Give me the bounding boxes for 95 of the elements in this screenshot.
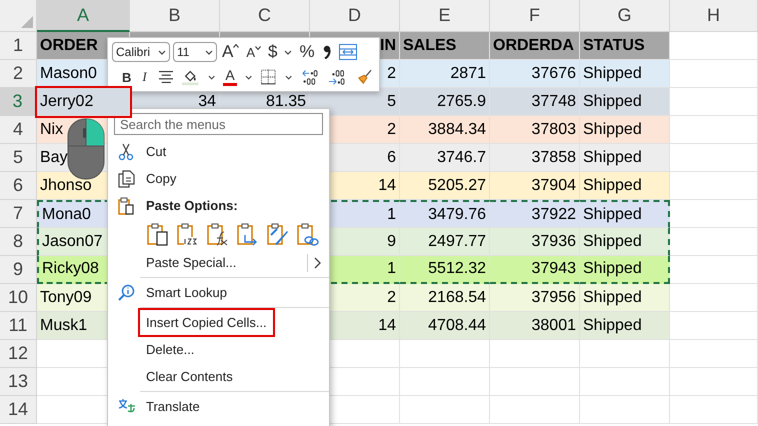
- header-cell: STATUS: [580, 32, 670, 60]
- column-header[interactable]: F: [490, 0, 580, 32]
- paste-formulas-icon[interactable]: [207, 222, 229, 246]
- table-cell: Jerry02: [37, 88, 130, 116]
- clipboard-icon: [118, 196, 136, 214]
- column-header[interactable]: E: [400, 0, 490, 32]
- header-cell: ORDERDA: [490, 32, 580, 60]
- row-header[interactable]: 4: [0, 116, 37, 144]
- caret-up-icon: [233, 44, 240, 48]
- row-header[interactable]: 2: [0, 60, 37, 88]
- column-header[interactable]: B: [130, 0, 220, 32]
- paint-bucket-icon[interactable]: [182, 68, 199, 86]
- column-header[interactable]: G: [580, 0, 670, 32]
- row-header[interactable]: 12: [0, 340, 37, 368]
- column-header[interactable]: H: [670, 0, 758, 32]
- font-color-button[interactable]: A: [221, 66, 239, 88]
- chevron-icon[interactable]: [208, 74, 215, 80]
- table-cell: 3479.76: [400, 200, 490, 228]
- table-cell: 38001: [490, 312, 580, 340]
- chevron-icon[interactable]: [284, 50, 292, 54]
- increase-decimal-icon[interactable]: [328, 69, 347, 85]
- column-header[interactable]: D: [310, 0, 400, 32]
- chevron-icon: [205, 50, 213, 54]
- caret-down-icon: [255, 46, 262, 50]
- table-cell: 2497.77: [400, 228, 490, 256]
- paste-values-icon[interactable]: [177, 222, 199, 246]
- row-header[interactable]: 13: [0, 368, 37, 396]
- header-cell: SALES: [400, 32, 490, 60]
- copy-icon: [118, 170, 136, 188]
- currency-button[interactable]: $: [266, 41, 280, 63]
- table-cell: 37943: [490, 256, 580, 284]
- row-header[interactable]: 5: [0, 144, 37, 172]
- table-cell: Shipped: [580, 312, 670, 340]
- font-size-dropdown[interactable]: 11: [173, 42, 217, 62]
- menu-item[interactable]: Translate: [108, 393, 329, 420]
- chevron-icon[interactable]: [245, 74, 252, 80]
- table-cell: Shipped: [580, 200, 670, 228]
- italic-button[interactable]: I: [140, 66, 149, 88]
- chevron-icon: [158, 50, 166, 54]
- borders-icon[interactable]: [261, 69, 276, 85]
- table-cell: 37904: [490, 172, 580, 200]
- chevron-icon[interactable]: [284, 74, 292, 80]
- row-header[interactable]: 7: [0, 200, 37, 228]
- table-cell: 37748: [490, 88, 580, 116]
- table-cell: 37956: [490, 284, 580, 312]
- column-header[interactable]: A: [37, 0, 130, 32]
- paste-icon[interactable]: [147, 222, 169, 246]
- row-header[interactable]: 6: [0, 172, 37, 200]
- table-cell: Shipped: [580, 88, 670, 116]
- column-header[interactable]: C: [220, 0, 310, 32]
- shrink-font-button[interactable]: A: [244, 41, 264, 63]
- grow-font-button[interactable]: A: [220, 41, 242, 63]
- mouse-icon: [67, 118, 105, 180]
- corner-triangle-icon: [21, 16, 33, 28]
- font-dropdown[interactable]: Calibri: [112, 42, 170, 62]
- table-cell: 4708.44: [400, 312, 490, 340]
- wrap-text-icon[interactable]: [338, 44, 357, 60]
- paintbrush-icon[interactable]: [356, 68, 372, 86]
- table-cell: Shipped: [580, 172, 670, 200]
- table-cell: Shipped: [580, 60, 670, 88]
- paste-link-icon[interactable]: [297, 222, 319, 246]
- search-field[interactable]: Search the menus: [114, 113, 323, 135]
- table-cell: Shipped: [580, 144, 670, 172]
- table-cell: 3884.34: [400, 116, 490, 144]
- row-header[interactable]: 9: [0, 256, 37, 284]
- row-header[interactable]: 14: [0, 396, 37, 424]
- table-cell: 2168.54: [400, 284, 490, 312]
- row-header[interactable]: 8: [0, 228, 37, 256]
- table-cell: 37858: [490, 144, 580, 172]
- center-align-icon[interactable]: [158, 70, 174, 84]
- table-cell: 2871: [400, 60, 490, 88]
- table-cell: Shipped: [580, 116, 670, 144]
- row-header[interactable]: 3: [0, 88, 37, 116]
- table-cell: Shipped: [580, 284, 670, 312]
- table-cell: 3746.7: [400, 144, 490, 172]
- row-header[interactable]: 10: [0, 284, 37, 312]
- table-cell: 37803: [490, 116, 580, 144]
- decrease-decimal-icon[interactable]: [301, 69, 320, 85]
- row-header[interactable]: 1: [0, 32, 37, 60]
- menu-item[interactable]: Clear Contents: [108, 363, 329, 390]
- paste-transpose-icon[interactable]: [237, 222, 259, 246]
- row-header[interactable]: 11: [0, 312, 37, 340]
- table-cell: 37922: [490, 200, 580, 228]
- chevron-right-icon: [314, 256, 321, 268]
- table-cell: Shipped: [580, 256, 670, 284]
- comma-icon[interactable]: [322, 45, 332, 59]
- magnifier-icon: [118, 284, 136, 302]
- table-cell: 37676: [490, 60, 580, 88]
- table-cell: 5512.32: [400, 256, 490, 284]
- table-cell: Shipped: [580, 228, 670, 256]
- table-cell: 5205.27: [400, 172, 490, 200]
- scissors-icon: [118, 142, 136, 160]
- table-cell: 37936: [490, 228, 580, 256]
- paste-formatting-icon[interactable]: [267, 222, 289, 246]
- table-cell: 2765.9: [400, 88, 490, 116]
